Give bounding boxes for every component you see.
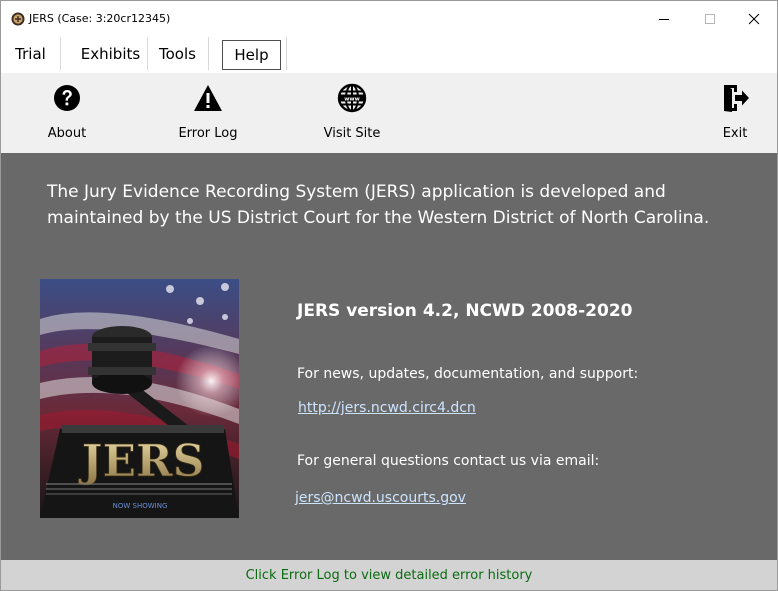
about-intro-text: The Jury Evidence Recording System (JERS… [47, 182, 710, 228]
minimize-icon [659, 19, 669, 20]
email-text: For general questions contact us via ema… [297, 453, 600, 469]
status-message: Click Error Log to view detailed error h… [245, 567, 533, 583]
visit-site-label: Visit Site [323, 126, 381, 141]
close-button[interactable] [731, 1, 777, 37]
www-globe-icon: www [337, 83, 367, 113]
about-panel: The Jury Evidence Recording System (JERS… [1, 153, 777, 560]
menu-bar: Trial Exhibits Tools Help [1, 37, 777, 73]
error-log-button[interactable]: Error Log [163, 79, 253, 149]
question-circle-icon [54, 85, 80, 111]
poster-logo-text: JERS [78, 436, 205, 487]
warning-triangle-icon [194, 85, 222, 111]
menu-tools[interactable]: Tools [147, 37, 209, 70]
toolbar: About Error Log www Visit Site Exit [1, 73, 777, 153]
svg-text:www: www [344, 96, 360, 102]
window-title: JERS (Case: 3:20cr12345) [29, 12, 171, 25]
close-icon [748, 13, 760, 25]
maximize-icon [705, 14, 715, 24]
exit-door-icon [724, 85, 749, 112]
poster-tagline: NOW SHOWING [113, 502, 168, 510]
title-bar: JERS (Case: 3:20cr12345) [1, 1, 777, 37]
menu-help[interactable]: Help [222, 40, 281, 70]
news-text: For news, updates, documentation, and su… [297, 366, 639, 382]
exit-button[interactable]: Exit [690, 79, 777, 149]
version-text: JERS version 4.2, NCWD 2008-2020 [297, 301, 633, 321]
menu-exhibits[interactable]: Exhibits [74, 37, 148, 70]
exit-label: Exit [722, 126, 748, 141]
email-link[interactable]: jers@ncwd.uscourts.gov [295, 490, 466, 506]
about-button[interactable]: About [22, 79, 112, 149]
app-logo-icon [11, 12, 25, 26]
status-bar: Click Error Log to view detailed error h… [1, 560, 777, 590]
error-log-label: Error Log [178, 126, 238, 141]
site-link[interactable]: http://jers.ncwd.circ4.dcn [298, 400, 476, 416]
menu-divider [286, 37, 287, 70]
jers-poster-image: JERS NOW SHOWING [40, 279, 239, 518]
maximize-button[interactable] [687, 1, 733, 37]
minimize-button[interactable] [641, 1, 687, 37]
visit-site-button[interactable]: www Visit Site [307, 79, 397, 149]
app-window: JERS (Case: 3:20cr12345) Trial Exhibits … [0, 0, 778, 591]
menu-trial[interactable]: Trial [1, 37, 61, 70]
about-label: About [47, 126, 87, 141]
